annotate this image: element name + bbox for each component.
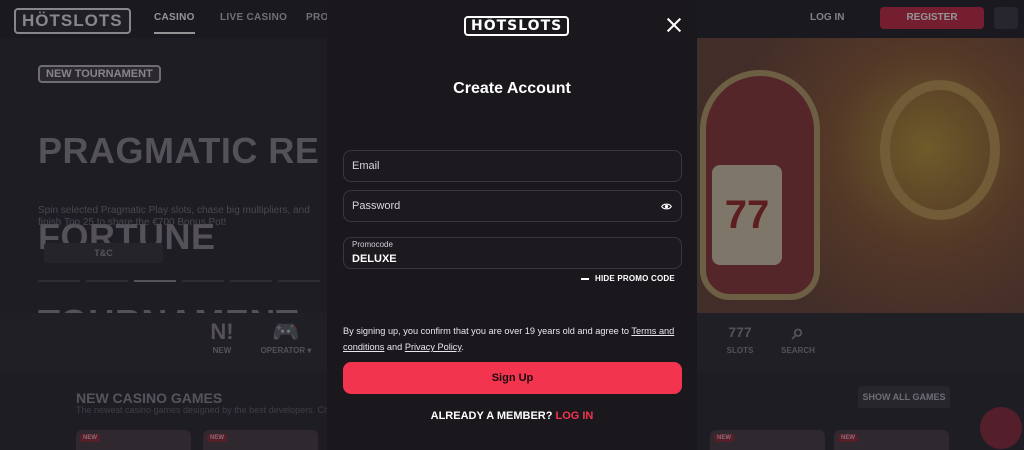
terms-prefix: By signing up, you confirm that you are … (343, 326, 632, 336)
hide-promo-code-label: HIDE PROMO CODE (595, 274, 675, 283)
promocode-label: Promocode (352, 240, 393, 249)
close-icon[interactable] (666, 17, 682, 33)
already-member-row: ALREADY A MEMBER? LOG IN (327, 410, 697, 422)
terms-text: By signing up, you confirm that you are … (343, 323, 683, 355)
password-field-wrapper (343, 190, 682, 222)
email-field-wrapper (343, 150, 682, 182)
promocode-field-wrapper: Promocode (343, 237, 682, 269)
already-member-text: ALREADY A MEMBER? (430, 410, 553, 422)
modal-logo: HÖTSLOTS (464, 16, 570, 36)
eye-icon[interactable] (661, 201, 672, 212)
minus-icon (581, 277, 589, 280)
modal-login-link[interactable]: LOG IN (555, 410, 593, 422)
privacy-policy-link[interactable]: Privacy Policy (405, 342, 462, 352)
terms-and: and (384, 342, 405, 352)
terms-suffix: . (461, 342, 464, 352)
modal-title: Create Account (453, 80, 571, 97)
password-field[interactable] (344, 191, 681, 221)
promocode-field[interactable] (344, 238, 681, 268)
hide-promo-code-toggle[interactable]: HIDE PROMO CODE (581, 274, 675, 283)
sign-up-button[interactable]: Sign Up (343, 362, 682, 394)
create-account-modal: HÖTSLOTS Create Account Promocode HIDE P… (327, 0, 697, 450)
email-field[interactable] (344, 151, 681, 181)
